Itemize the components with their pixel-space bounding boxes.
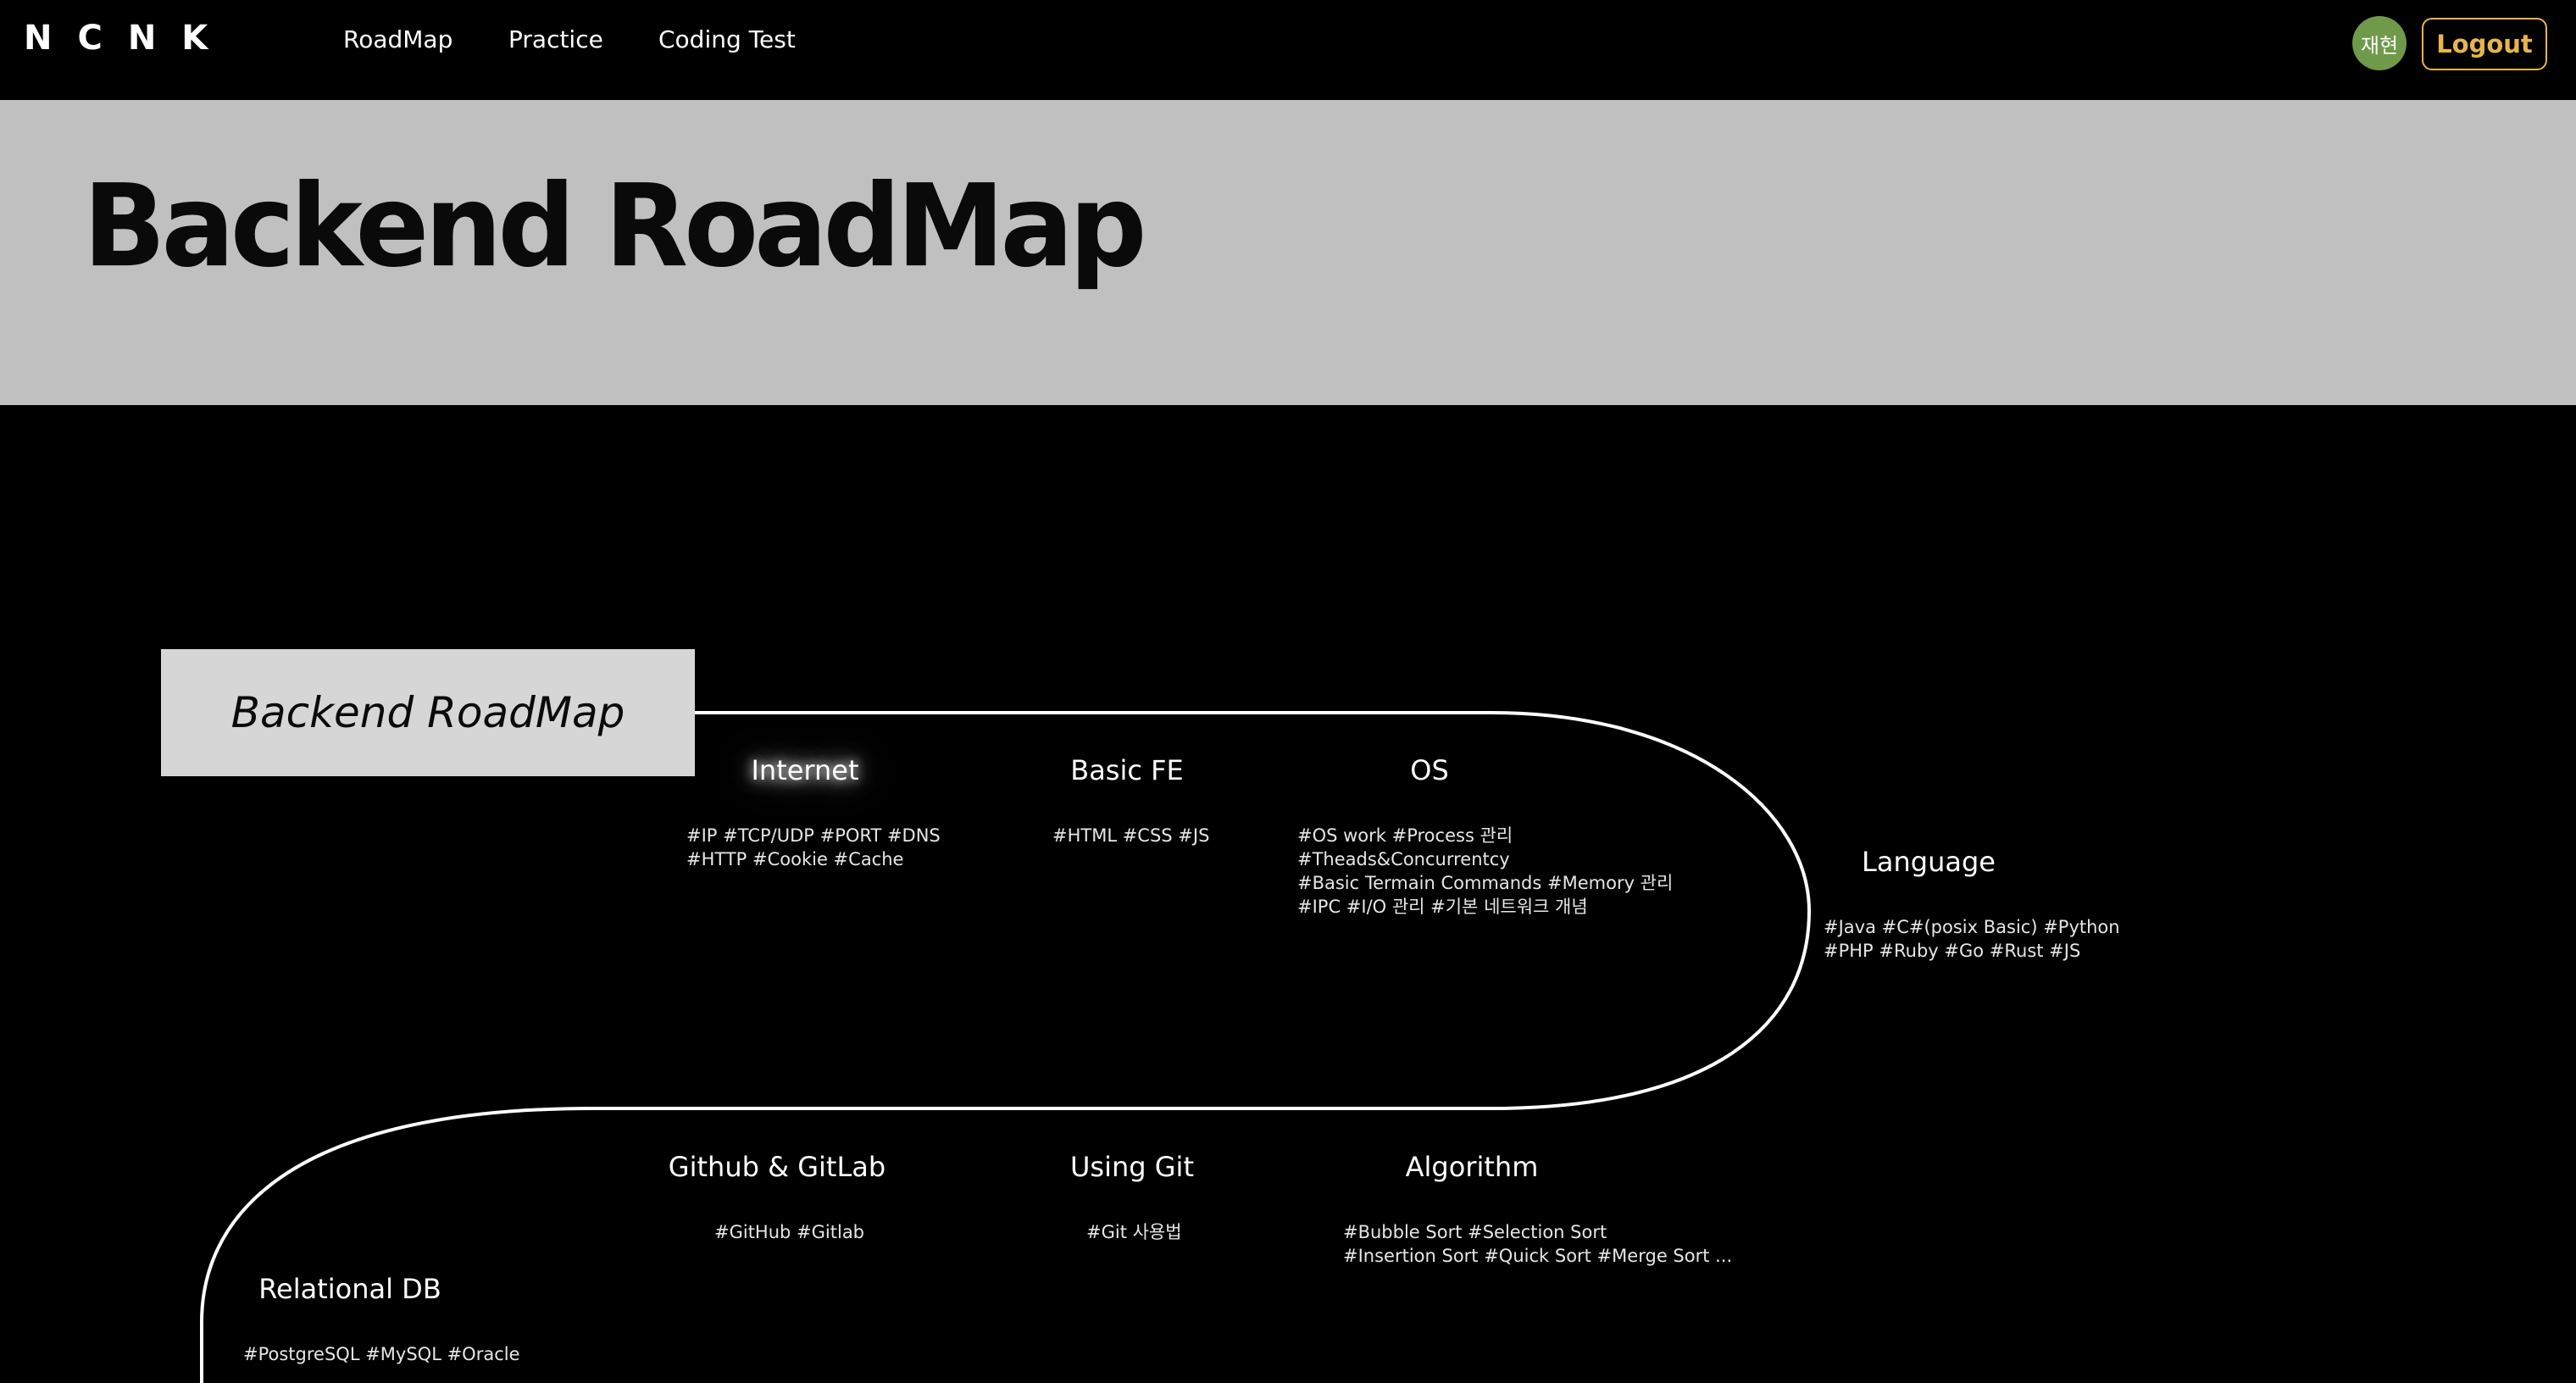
- node-internet-tags: #IP #TCP/UDP #PORT #DNS #HTTP #Cookie #C…: [686, 825, 941, 869]
- roadmap-start-box: Backend RoadMap: [161, 649, 695, 776]
- node-using-git-tags: #Git 사용법: [1086, 1222, 1182, 1242]
- node-language-tags: #Java #C#(posix Basic) #Python #PHP #Rub…: [1824, 917, 2120, 961]
- node-os-tags: #OS work #Process 관리 #Theads&Concurrentc…: [1297, 825, 1674, 917]
- node-basic-fe-tags: #HTML #CSS #JS: [1052, 825, 1210, 846]
- logo[interactable]: NCNK: [24, 19, 233, 58]
- nav-practice[interactable]: Practice: [508, 25, 603, 53]
- node-basic-fe-title[interactable]: Basic FE: [1070, 754, 1184, 786]
- user-avatar[interactable]: 재현: [2352, 16, 2407, 70]
- node-using-git-title[interactable]: Using Git: [1070, 1151, 1194, 1183]
- node-algorithm-title[interactable]: Algorithm: [1406, 1151, 1539, 1183]
- nav-coding-test[interactable]: Coding Test: [658, 25, 796, 53]
- node-algorithm-tags: #Bubble Sort #Selection Sort #Insertion …: [1343, 1222, 1733, 1266]
- logout-button[interactable]: Logout: [2422, 18, 2547, 70]
- node-relational-db-tags: #PostgreSQL #MySQL #Oracle: [243, 1344, 520, 1364]
- node-language-title[interactable]: Language: [1862, 846, 1996, 878]
- node-relational-db-title[interactable]: Relational DB: [258, 1273, 441, 1305]
- node-os-title[interactable]: OS: [1410, 754, 1449, 786]
- node-github-gitlab-tags: #GitHub #Gitlab: [714, 1222, 865, 1242]
- node-internet-title[interactable]: Internet: [751, 754, 858, 786]
- page-title: Backend RoadMap: [83, 160, 1146, 293]
- roadmap-start-label: Backend RoadMap: [230, 688, 625, 737]
- node-github-gitlab-title[interactable]: Github & GitLab: [669, 1151, 886, 1183]
- nav-roadmap[interactable]: RoadMap: [343, 25, 452, 53]
